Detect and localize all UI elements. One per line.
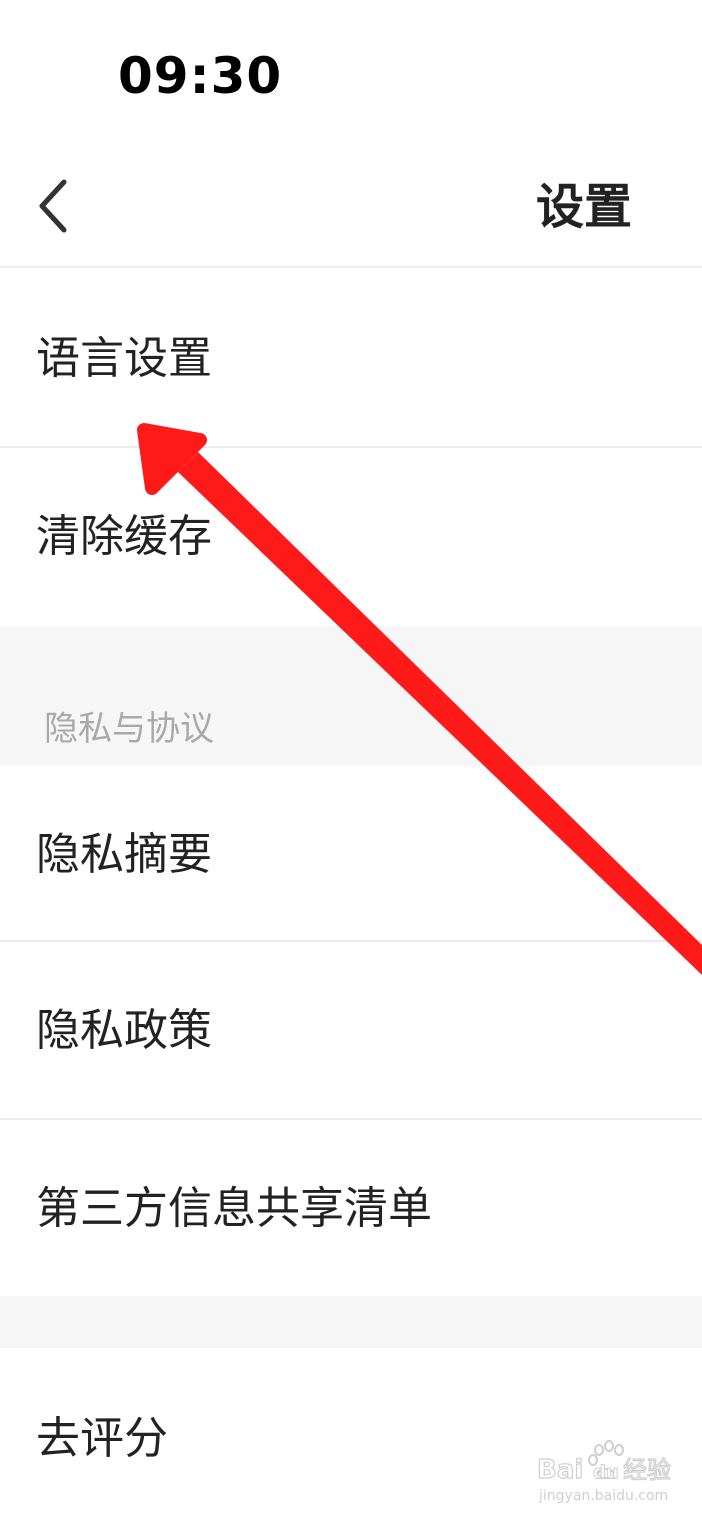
settings-item-language[interactable]: 语言设置 bbox=[0, 268, 702, 446]
settings-item-label: 隐私政策 bbox=[36, 1005, 212, 1056]
section-title: 隐私与协议 bbox=[44, 709, 214, 749]
settings-item-privacy-summary[interactable]: 隐私摘要 bbox=[0, 766, 702, 940]
settings-item-third-party-sharing[interactable]: 第三方信息共享清单 bbox=[0, 1120, 702, 1296]
settings-item-rate[interactable]: 去评分 bbox=[0, 1348, 702, 1519]
page-title: 设置 bbox=[535, 179, 632, 235]
settings-item-label: 第三方信息共享清单 bbox=[36, 1183, 432, 1234]
settings-item-label: 清除缓存 bbox=[36, 511, 212, 562]
section-gap bbox=[0, 1296, 702, 1348]
settings-item-label: 隐私摘要 bbox=[36, 829, 212, 880]
nav-bar: 设置 bbox=[0, 150, 702, 268]
settings-item-privacy-policy[interactable]: 隐私政策 bbox=[0, 942, 702, 1118]
settings-item-label: 去评分 bbox=[36, 1413, 168, 1464]
chevron-left-icon bbox=[39, 179, 67, 233]
settings-item-label: 语言设置 bbox=[36, 333, 212, 384]
status-time: 09:30 bbox=[118, 47, 283, 105]
settings-item-clear-cache[interactable]: 清除缓存 bbox=[0, 448, 702, 626]
status-bar: 09:30 bbox=[0, 0, 702, 150]
back-button[interactable] bbox=[24, 172, 84, 240]
section-header-privacy: 隐私与协议 bbox=[0, 626, 702, 766]
settings-screen: 09:30 设置 语言设置 清除缓存 隐私与协议 隐私摘要 隐私政策 第三方信息… bbox=[0, 0, 702, 1519]
